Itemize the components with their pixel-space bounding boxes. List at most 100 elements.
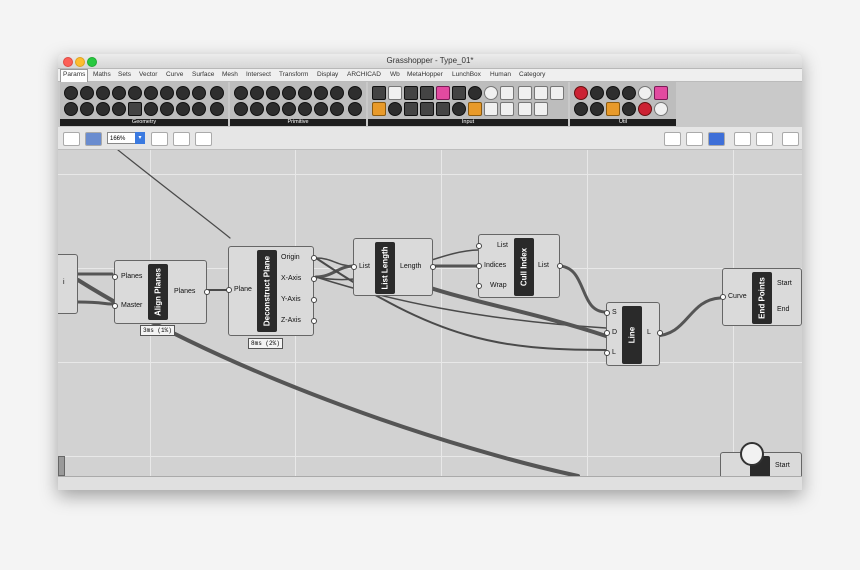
tab-transform[interactable]: Transform: [279, 71, 308, 78]
boolean-toggle-icon[interactable]: [372, 86, 386, 100]
group-icon[interactable]: [192, 86, 206, 100]
integer-icon[interactable]: [234, 102, 248, 116]
input-port[interactable]: [604, 330, 610, 336]
tab-vector[interactable]: Vector: [139, 71, 157, 78]
tab-human[interactable]: Human: [490, 71, 511, 78]
transform-icon[interactable]: [330, 102, 344, 116]
circle-icon[interactable]: [80, 86, 94, 100]
tab-maths[interactable]: Maths: [93, 71, 111, 78]
input-port[interactable]: [604, 310, 610, 316]
digit-scroller-icon[interactable]: [436, 102, 450, 116]
boolean-icon[interactable]: [234, 86, 248, 100]
arrow-right-icon[interactable]: [638, 86, 652, 100]
cull-index-component[interactable]: List Indices Wrap Cull Index List: [476, 234, 563, 298]
list-length-component[interactable]: List List Length Length: [351, 238, 436, 296]
input-port[interactable]: [476, 243, 482, 249]
output-port[interactable]: [430, 264, 436, 270]
tab-intersect[interactable]: Intersect: [246, 71, 271, 78]
output-port[interactable]: [657, 330, 663, 336]
recorder-icon[interactable]: [638, 102, 652, 116]
input-port[interactable]: [720, 294, 726, 300]
polyline-icon[interactable]: [112, 102, 126, 116]
hoopsnake-icon[interactable]: [606, 102, 620, 116]
mesh-icon[interactable]: [64, 102, 78, 116]
panel-icon[interactable]: [550, 86, 564, 100]
mesh-face-icon[interactable]: [80, 102, 94, 116]
box-icon[interactable]: [112, 86, 126, 100]
zoom-extents-icon[interactable]: [151, 132, 168, 146]
point-icon[interactable]: [64, 86, 78, 100]
location-icon[interactable]: [210, 102, 224, 116]
geometry-icon[interactable]: [176, 86, 190, 100]
align-planes-component[interactable]: Planes Master Align Planes Planes: [112, 260, 210, 324]
tab-params[interactable]: Params: [60, 69, 89, 82]
arc-icon[interactable]: [96, 86, 110, 100]
import-pdb-icon[interactable]: [534, 86, 548, 100]
md-slider-icon[interactable]: [388, 102, 402, 116]
data-path-icon[interactable]: [348, 102, 362, 116]
input-port[interactable]: [112, 274, 118, 280]
document-preview-icon[interactable]: [756, 132, 773, 146]
graph-canvas[interactable]: i Planes Master Align Planes Planes 3ms …: [58, 150, 802, 476]
input-port[interactable]: [226, 287, 232, 293]
sketch-pen-icon[interactable]: [195, 132, 212, 146]
mesh-quality-icon[interactable]: [782, 132, 799, 146]
output-port[interactable]: [311, 318, 317, 324]
open-file-icon[interactable]: [63, 132, 80, 146]
scroll-handle[interactable]: [58, 456, 65, 476]
tab-display[interactable]: Display: [317, 71, 338, 78]
brep-icon[interactable]: [128, 86, 142, 100]
domain-icon[interactable]: [298, 86, 312, 100]
deconstruct-plane-component[interactable]: Plane Deconstruct Plane Origin X-Axis Y-…: [226, 246, 317, 336]
colour-icon[interactable]: [250, 86, 264, 100]
input-port[interactable]: [476, 283, 482, 289]
string-icon[interactable]: [298, 102, 312, 116]
zoom-dropdown-icon[interactable]: ▾: [135, 132, 145, 144]
bezier-graph-icon[interactable]: [468, 102, 482, 116]
domain2-icon[interactable]: [314, 86, 328, 100]
colour-swatch-icon[interactable]: [436, 86, 450, 100]
selected-only-preview-icon[interactable]: [734, 132, 751, 146]
tab-category[interactable]: Category: [519, 71, 545, 78]
shaded-preview-icon[interactable]: [708, 132, 725, 146]
import-3dm-icon[interactable]: [500, 102, 514, 116]
gradient-icon[interactable]: [468, 86, 482, 100]
data-input-icon[interactable]: [606, 86, 620, 100]
tab-wb[interactable]: Wb: [390, 71, 400, 78]
vector-icon[interactable]: [176, 102, 190, 116]
output-port[interactable]: [311, 255, 317, 261]
tab-curve[interactable]: Curve: [166, 71, 183, 78]
flask-icon[interactable]: [654, 86, 668, 100]
tab-surface[interactable]: Surface: [192, 71, 214, 78]
output-port[interactable]: [557, 263, 563, 269]
import-image-icon[interactable]: [518, 102, 532, 116]
data-output-icon[interactable]: [622, 86, 636, 100]
expression-icon[interactable]: [654, 102, 668, 116]
preview-eye-icon[interactable]: [173, 132, 190, 146]
rectangle-icon[interactable]: [128, 102, 142, 116]
number-slider-icon[interactable]: [452, 86, 466, 100]
input-port[interactable]: [351, 264, 357, 270]
tab-mesh[interactable]: Mesh: [222, 71, 238, 78]
input-port[interactable]: [604, 350, 610, 356]
line-component[interactable]: S D L Line L: [604, 302, 663, 366]
image-sampler-icon[interactable]: [420, 102, 434, 116]
tab-archicad[interactable]: ARCHICAD: [347, 71, 381, 78]
circular-arc-icon[interactable]: [144, 86, 158, 100]
preview-mode-icon[interactable]: [664, 132, 681, 146]
complex-icon[interactable]: [266, 86, 280, 100]
curve-icon[interactable]: [160, 86, 174, 100]
graph-mapper-icon[interactable]: [372, 102, 386, 116]
control-knob-icon[interactable]: [500, 86, 514, 100]
input-port[interactable]: [112, 303, 118, 309]
surface-icon[interactable]: [144, 102, 158, 116]
number-icon[interactable]: [266, 102, 280, 116]
button-icon[interactable]: [388, 86, 402, 100]
culture-icon[interactable]: [282, 86, 296, 100]
arrow-icon[interactable]: [622, 102, 636, 116]
field-icon[interactable]: [192, 102, 206, 116]
clock-icon[interactable]: [420, 86, 434, 100]
tab-sets[interactable]: Sets: [118, 71, 131, 78]
import-xyz-icon[interactable]: [518, 86, 532, 100]
calendar-icon[interactable]: [404, 86, 418, 100]
